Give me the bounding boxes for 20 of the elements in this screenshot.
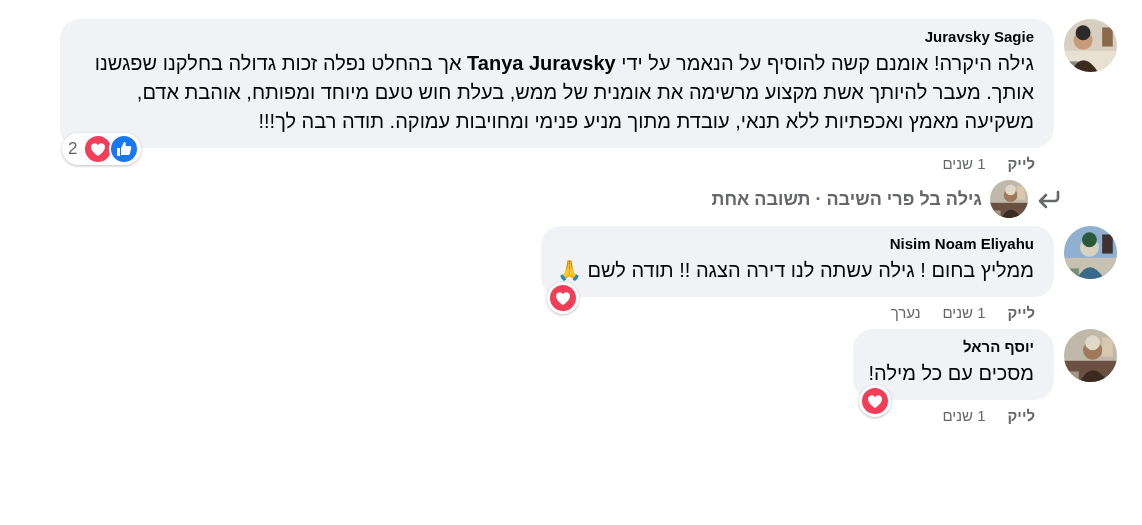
love-reaction-icon xyxy=(547,283,578,313)
author-name[interactable]: יוסף הראל xyxy=(868,338,1034,355)
reactions-badge[interactable] xyxy=(858,385,891,417)
like-link[interactable]: לייק xyxy=(1007,154,1035,172)
timestamp-link[interactable]: 1 שנים xyxy=(942,406,986,424)
timestamp-link[interactable]: 1 שנים xyxy=(942,154,986,172)
reactions-badge[interactable]: 2 xyxy=(62,133,142,165)
author-name[interactable]: Juravsky Sagie xyxy=(76,28,1034,45)
author-name[interactable]: Nisim Noam Eliyahu xyxy=(556,235,1034,252)
timestamp-link[interactable]: 1 שנים xyxy=(942,303,986,321)
view-replies-link[interactable]: גילה בל פרי השיבה · תשובה אחת xyxy=(711,188,982,210)
comment-text: ממליץ בחום ! גילה עשתה לנו דירה הצגה !! תודה לשם 🙏 xyxy=(556,258,1034,283)
comment-text: מסכים עם כל מילה! xyxy=(868,361,1034,386)
like-link[interactable]: לייק xyxy=(1007,406,1035,424)
love-reaction-icon xyxy=(859,386,890,416)
like-link[interactable]: לייק xyxy=(1007,303,1035,321)
reply-arrow-icon xyxy=(1036,189,1060,209)
edited-label[interactable]: נערך xyxy=(890,303,921,321)
reactions-badge[interactable] xyxy=(546,282,579,314)
like-reaction-icon xyxy=(109,134,140,164)
